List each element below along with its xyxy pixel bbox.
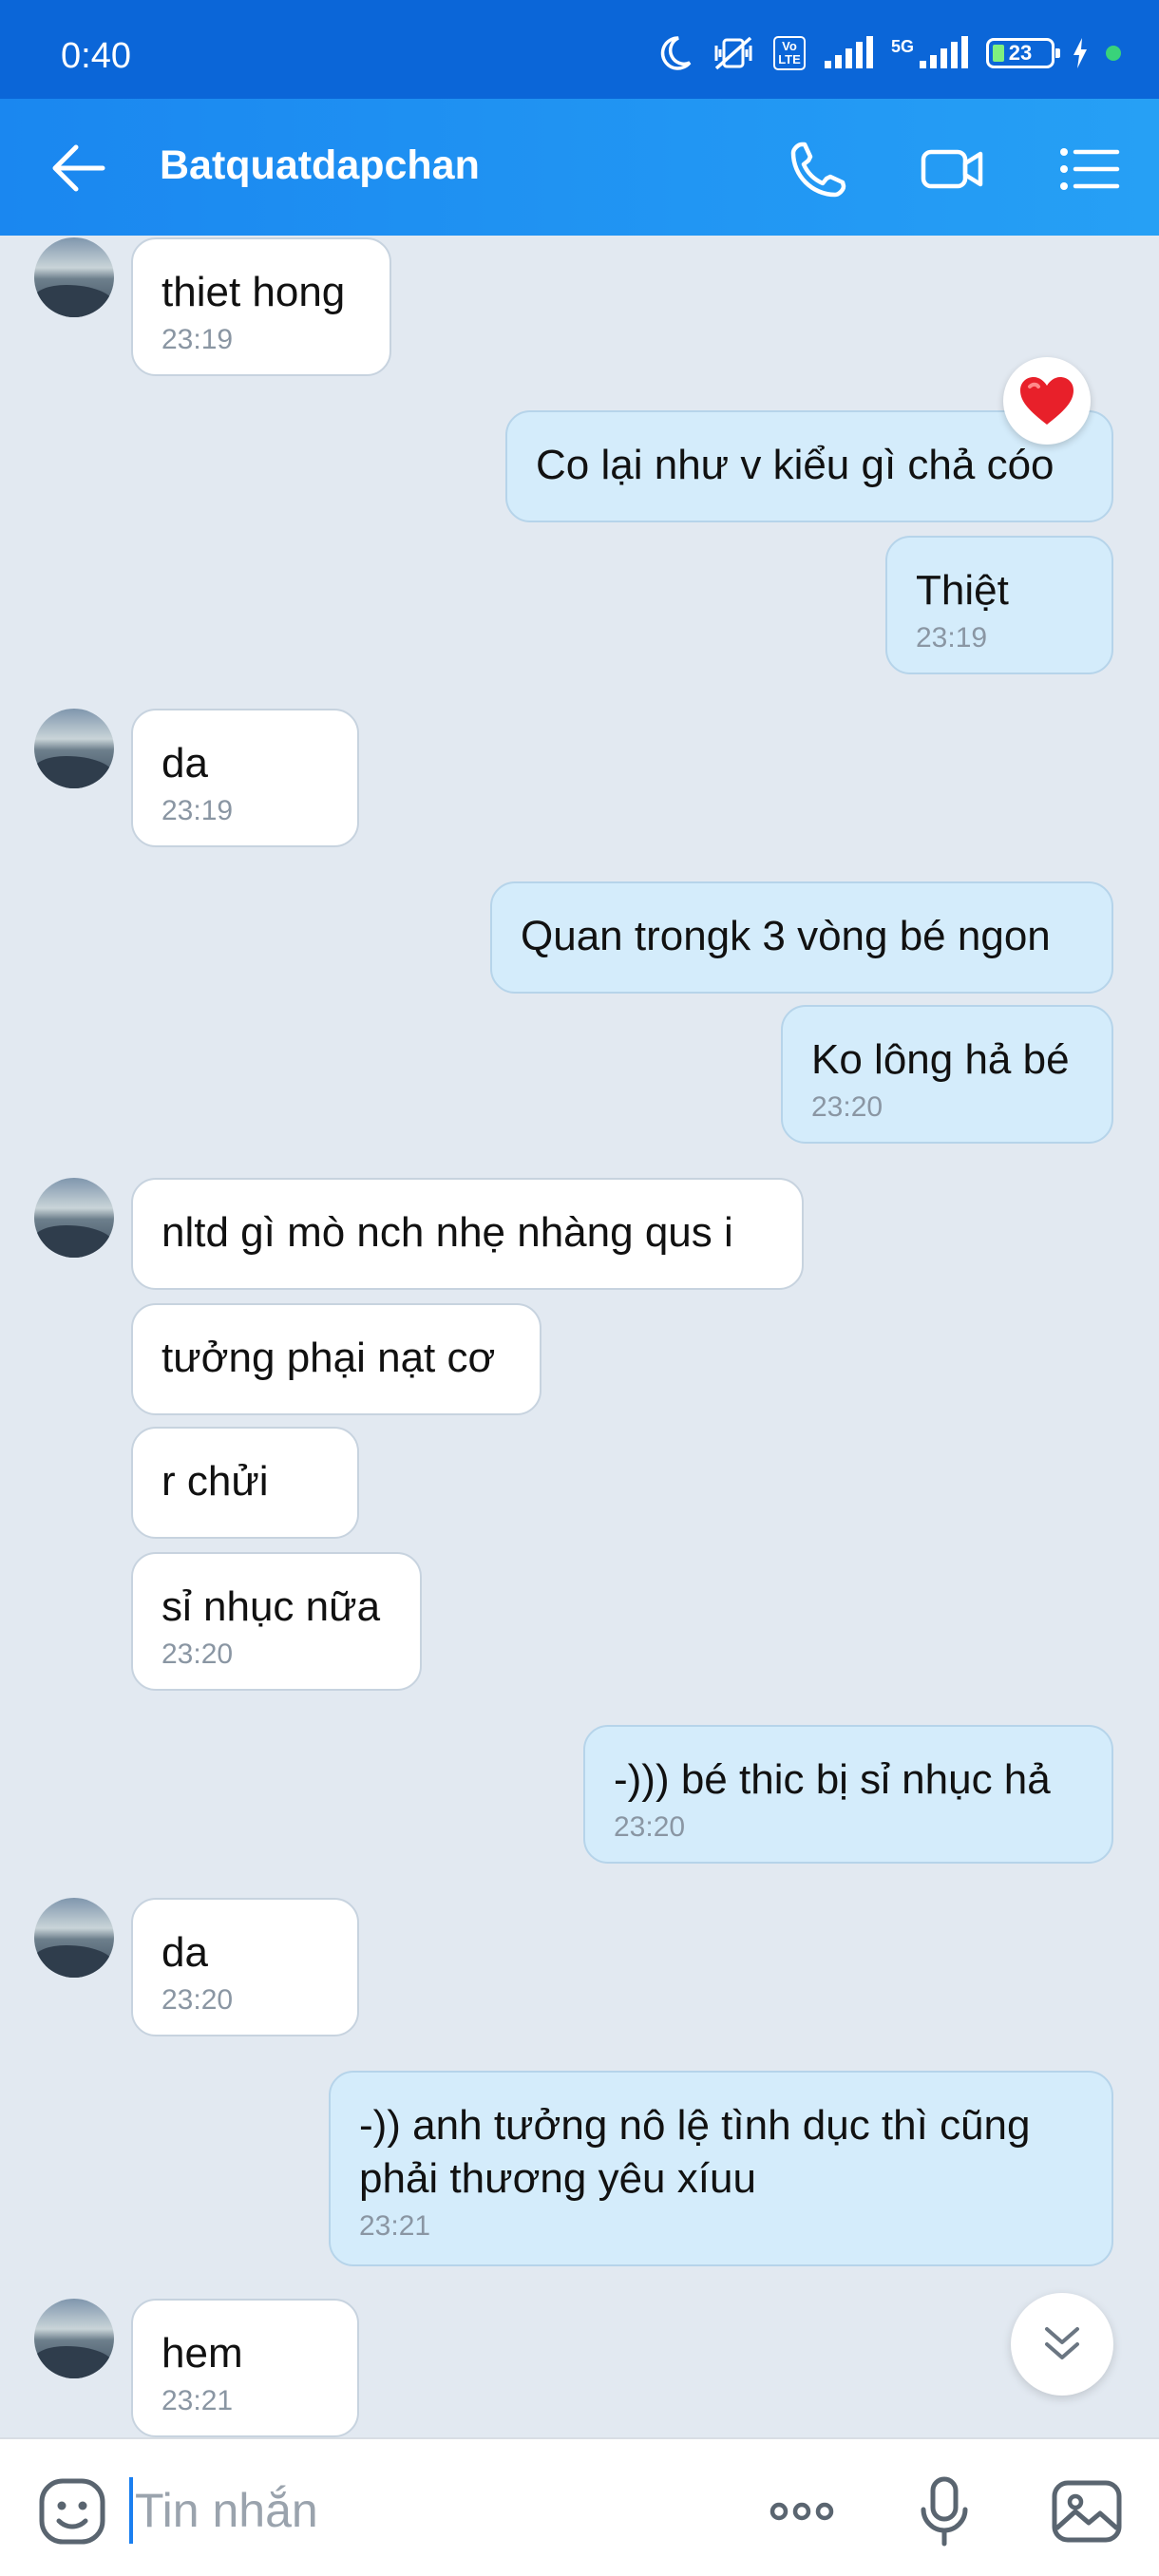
- contact-avatar[interactable]: [34, 1178, 114, 1258]
- message-bubble-outgoing[interactable]: -))) bé thic bị sỉ nhục hả 23:20: [583, 1725, 1113, 1864]
- volte-icon: Vo LTE: [772, 36, 806, 70]
- message-time: 23:19: [162, 324, 234, 355]
- message-text: Co lại như v kiểu gì chả cóo: [536, 442, 1054, 488]
- back-arrow-icon[interactable]: [48, 137, 110, 199]
- privacy-indicator-dot: [1106, 46, 1121, 61]
- message-bubble-outgoing[interactable]: Ko lông hả bé 23:20: [781, 1005, 1113, 1144]
- message-time: 23:19: [916, 622, 988, 653]
- microphone-icon[interactable]: [906, 2473, 982, 2549]
- sticker-smile-icon[interactable]: [34, 2473, 110, 2549]
- message-text: hem: [162, 2330, 243, 2377]
- message-text: -)) anh tưởng nô lệ tình dục thì cũng ph…: [359, 2102, 1031, 2202]
- message-bubble-incoming[interactable]: sỉ nhục nữa 23:20: [131, 1552, 422, 1691]
- composer-bar: [0, 2437, 1159, 2576]
- image-icon[interactable]: [1049, 2473, 1125, 2549]
- contact-avatar[interactable]: [34, 1898, 114, 1978]
- status-icons: Vo LTE 5G 23: [656, 32, 1121, 74]
- battery-icon: 23: [986, 38, 1060, 68]
- message-text: -))) bé thic bị sỉ nhục hả: [614, 1756, 1051, 1803]
- vibrate-off-icon: [714, 36, 752, 70]
- status-time: 0:40: [61, 36, 131, 76]
- message-bubble-incoming[interactable]: da 23:19: [131, 709, 359, 847]
- contact-avatar[interactable]: [34, 237, 114, 317]
- message-time: 23:20: [811, 1091, 884, 1123]
- message-text: tưởng phại nạt cơ: [162, 1335, 496, 1381]
- message-text: Thiệt: [916, 567, 1009, 614]
- message-text: da: [162, 1929, 208, 1976]
- moon-icon: [660, 36, 692, 70]
- message-bubble-outgoing[interactable]: Quan trongk 3 vòng bé ngon: [490, 881, 1113, 994]
- double-chevron-down-icon: [1045, 2327, 1079, 2359]
- phone-icon[interactable]: [785, 135, 853, 203]
- message-time: 23:21: [162, 2385, 234, 2416]
- message-bubble-incoming[interactable]: tưởng phại nạt cơ: [131, 1303, 542, 1415]
- signal-icon: [824, 36, 873, 68]
- list-menu-icon[interactable]: [1054, 135, 1123, 203]
- message-bubble-incoming[interactable]: nltd gì mò nch nhẹ nhàng qus i: [131, 1178, 804, 1290]
- message-time: 23:20: [614, 1811, 686, 1843]
- message-time: 23:21: [359, 2210, 431, 2242]
- contact-avatar[interactable]: [34, 2299, 114, 2378]
- signal-icon-2: [920, 36, 968, 68]
- message-text: Ko lông hả bé: [811, 1036, 1070, 1083]
- message-bubble-incoming[interactable]: thiet hong 23:19: [131, 237, 391, 376]
- message-bubble-outgoing[interactable]: -)) anh tưởng nô lệ tình dục thì cũng ph…: [329, 2071, 1113, 2266]
- message-time: 23:20: [162, 1984, 234, 2016]
- heart-icon: [1020, 377, 1074, 425]
- network-type: 5G: [890, 37, 914, 56]
- message-bubble-outgoing[interactable]: Thiệt 23:19: [885, 536, 1113, 674]
- charging-icon: [1074, 38, 1087, 68]
- message-list[interactable]: thiet hong 23:19 Co lại như v kiểu gì ch…: [0, 236, 1159, 2437]
- heart-reaction[interactable]: [1003, 357, 1091, 445]
- message-bubble-incoming[interactable]: hem 23:21: [131, 2299, 359, 2437]
- message-bubble-incoming[interactable]: da 23:20: [131, 1898, 359, 2036]
- chat-header: Batquatdapchan: [0, 99, 1159, 236]
- message-time: 23:19: [162, 795, 234, 826]
- contact-avatar[interactable]: [34, 709, 114, 788]
- contact-name[interactable]: Batquatdapchan: [160, 142, 480, 189]
- message-text: nltd gì mò nch nhẹ nhàng qus i: [162, 1209, 733, 1256]
- message-text: da: [162, 740, 208, 786]
- battery-level: 23: [1008, 41, 1033, 65]
- message-time: 23:20: [162, 1638, 234, 1670]
- message-text: thiet hong: [162, 269, 346, 315]
- message-text: Quan trongk 3 vòng bé ngon: [521, 913, 1051, 959]
- message-text: r chửi: [162, 1458, 269, 1505]
- message-bubble-incoming[interactable]: r chửi: [131, 1427, 359, 1539]
- more-dots-icon[interactable]: [764, 2473, 840, 2549]
- scroll-to-bottom-button[interactable]: [1011, 2293, 1113, 2396]
- message-text: sỉ nhục nữa: [162, 1583, 381, 1630]
- status-bar: 0:40 Vo LTE 5G 23: [0, 0, 1159, 99]
- message-input[interactable]: [129, 2477, 737, 2544]
- video-camera-icon[interactable]: [918, 135, 986, 203]
